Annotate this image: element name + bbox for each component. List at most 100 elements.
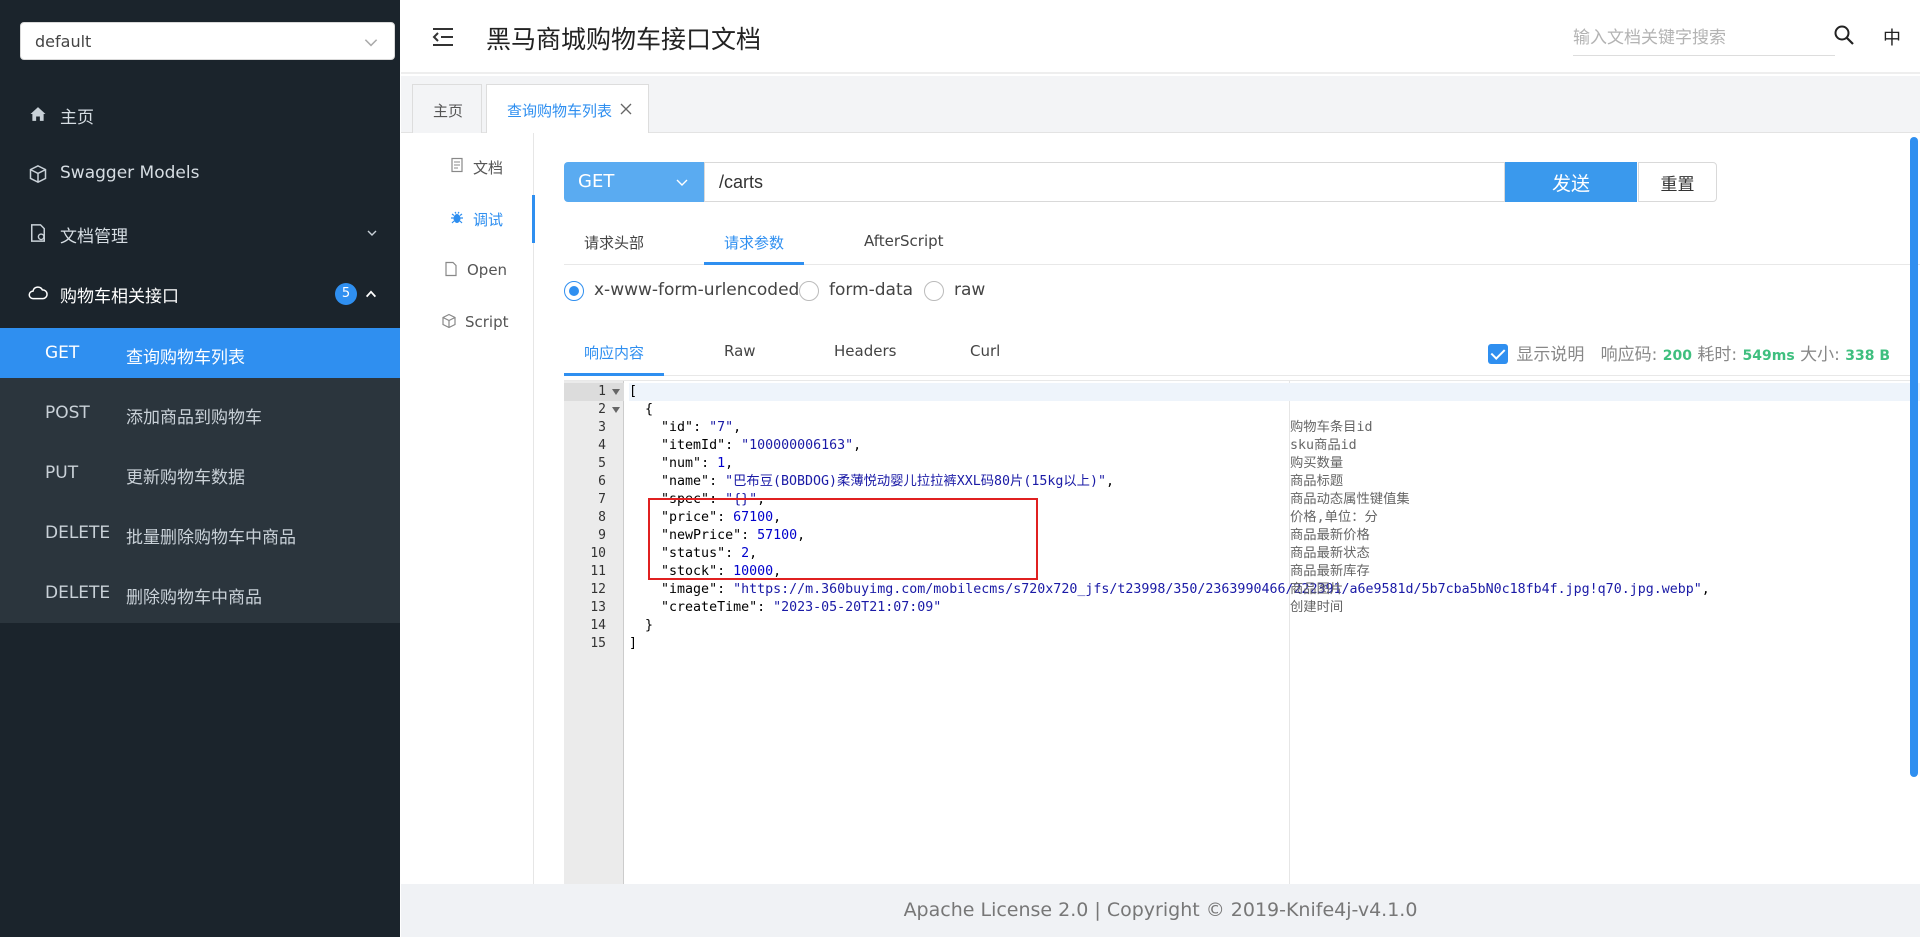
tab-after-script[interactable]: AfterScript [864, 232, 944, 250]
sidebar-item-label: 主页 [60, 108, 94, 128]
chevron-down-icon [364, 39, 378, 47]
group-select[interactable]: default [20, 22, 395, 60]
tab-request-headers[interactable]: 请求头部 [584, 232, 644, 253]
chevron-down-icon [367, 230, 377, 236]
api-label: 删除购物车中商品 [126, 588, 262, 608]
api-submenu: GET 查询购物车列表 POST 添加商品到购物车 PUT 更新购物车数据 DE… [0, 328, 400, 623]
line-number: 6 [598, 474, 606, 489]
time-label: 耗时: [1697, 345, 1738, 365]
tab-response-content[interactable]: 响应内容 [584, 342, 644, 363]
tab-label: 主页 [433, 102, 464, 120]
code-line: } [629, 618, 654, 633]
api-item-post-cart[interactable]: POST 添加商品到购物车 [0, 388, 400, 438]
tab-request-params[interactable]: 请求参数 [724, 232, 784, 253]
code-line: "id": "7", [661, 420, 742, 435]
search-input[interactable] [1573, 20, 1835, 56]
search-icon[interactable] [1833, 24, 1855, 46]
code-line: "itemId": "100000006163", [661, 438, 862, 453]
app-root: default 主页 Swagger Models 文档管理 购物车相关接口 5… [0, 0, 1920, 937]
code-line: { [629, 402, 654, 417]
sidebar-item-label: 购物车相关接口 [60, 287, 179, 307]
field-description: 商品最新库存 [1290, 564, 1370, 579]
response-size: 338 B [1845, 348, 1890, 364]
api-item-get-carts[interactable]: GET 查询购物车列表 [0, 328, 400, 378]
close-icon[interactable] [620, 103, 632, 115]
count-badge: 5 [335, 283, 357, 305]
http-method-select[interactable]: GET [564, 162, 704, 202]
sidebar-item-home[interactable]: 主页 [0, 84, 400, 144]
footer-text: Apache License 2.0 | Copyright © 2019-Kn… [903, 899, 1418, 921]
sidebar: default 主页 Swagger Models 文档管理 购物车相关接口 5… [0, 0, 400, 937]
menu-fold-icon[interactable] [431, 26, 455, 48]
top-header: 黑马商城购物车接口文档 中 [401, 0, 1920, 74]
http-method: POST [45, 403, 90, 423]
document-icon [451, 157, 463, 173]
http-method: GET [45, 343, 80, 363]
radio-dot [799, 281, 819, 301]
response-tabs: 响应内容 Raw Headers Curl 显示说明 响应码: 200 耗时: … [564, 330, 1910, 376]
status-label: 响应码: [1600, 345, 1658, 365]
http-method: PUT [45, 463, 79, 483]
tab-response-curl[interactable]: Curl [970, 342, 1000, 360]
api-label: 批量删除购物车中商品 [126, 528, 296, 548]
tab-response-headers[interactable]: Headers [834, 342, 896, 360]
sidebar-item-doc-management[interactable]: 文档管理 [0, 203, 400, 263]
line-number: 11 [590, 564, 606, 579]
radio-dot [564, 281, 584, 301]
chevron-down-icon [676, 179, 688, 186]
show-desc-checkbox[interactable] [1488, 344, 1509, 364]
file-icon [445, 261, 457, 277]
tab-home[interactable]: 主页 [412, 84, 482, 133]
code-line: "name": "巴布豆(BOBDOG)柔薄悦动婴儿拉拉裤XXL码80片(15k… [661, 474, 1114, 489]
reset-button[interactable]: 重置 [1638, 162, 1717, 202]
field-description: 商品最新状态 [1290, 546, 1370, 561]
show-desc-label: 显示说明 [1516, 345, 1585, 365]
group-select-value: default [35, 32, 92, 51]
vtab-doc[interactable]: 文档 [401, 143, 534, 191]
language-switch[interactable]: 中 [1883, 24, 1901, 50]
request-tabs: 请求头部 请求参数 AfterScript [564, 220, 1920, 265]
page-title: 黑马商城购物车接口文档 [486, 25, 762, 54]
api-item-batch-delete[interactable]: DELETE 批量删除购物车中商品 [0, 508, 400, 558]
api-label: 查询购物车列表 [126, 348, 245, 368]
vtab-open[interactable]: Open [401, 247, 534, 295]
vtab-script[interactable]: Script [401, 299, 534, 347]
tab-query-cart[interactable]: 查询购物车列表 [486, 84, 649, 133]
send-button[interactable]: 发送 [1505, 162, 1637, 202]
line-number: 3 [598, 420, 606, 435]
fold-arrow-icon[interactable] [612, 389, 620, 395]
sidebar-item-swagger-models[interactable]: Swagger Models [0, 144, 400, 204]
api-item-delete[interactable]: DELETE 删除购物车中商品 [0, 568, 400, 618]
fold-arrow-icon[interactable] [612, 407, 620, 413]
api-item-put-cart[interactable]: PUT 更新购物车数据 [0, 448, 400, 498]
response-editor[interactable]: 1 2 3 4 5 6 7 8 9 10 11 12 13 14 15 [ { "id": "7", "it… [564, 380, 1920, 885]
response-meta: 显示说明 响应码: 200 耗时: 549ms 大小: 338 B [1488, 340, 1890, 365]
line-number: 15 [590, 636, 606, 651]
line-number: 10 [590, 546, 606, 561]
doc-settings-icon [31, 224, 45, 242]
field-description: 购物车条目id [1290, 420, 1373, 435]
annotation-highlight-box [648, 498, 1038, 580]
tab-bar: 主页 查询购物车列表 [401, 76, 1920, 133]
doc-mode-tabs: 文档 调试 Open Script [401, 133, 535, 884]
field-description: sku商品id [1290, 438, 1357, 453]
line-number: 5 [598, 456, 606, 471]
radio-label: x-www-form-urlencoded [594, 280, 800, 300]
tab-response-raw[interactable]: Raw [724, 342, 756, 360]
code-line: [ [629, 383, 1920, 401]
url-input[interactable] [704, 162, 1505, 202]
http-method: DELETE [45, 583, 111, 603]
size-label: 大小: [1800, 345, 1840, 365]
radio-dot [924, 281, 944, 301]
method-value: GET [578, 171, 615, 192]
vtab-label: 文档 [473, 159, 504, 177]
tab-underline [564, 373, 664, 376]
field-description: 购买数量 [1290, 456, 1344, 471]
api-label: 添加商品到购物车 [126, 408, 262, 428]
response-time: 549ms [1742, 348, 1795, 364]
radio-label: raw [954, 280, 986, 300]
scrollbar[interactable] [1910, 137, 1918, 777]
code-line: "createTime": "2023-05-20T21:07:09" [661, 600, 942, 615]
vtab-debug[interactable]: 调试 [401, 195, 535, 243]
cube-icon [29, 165, 47, 183]
